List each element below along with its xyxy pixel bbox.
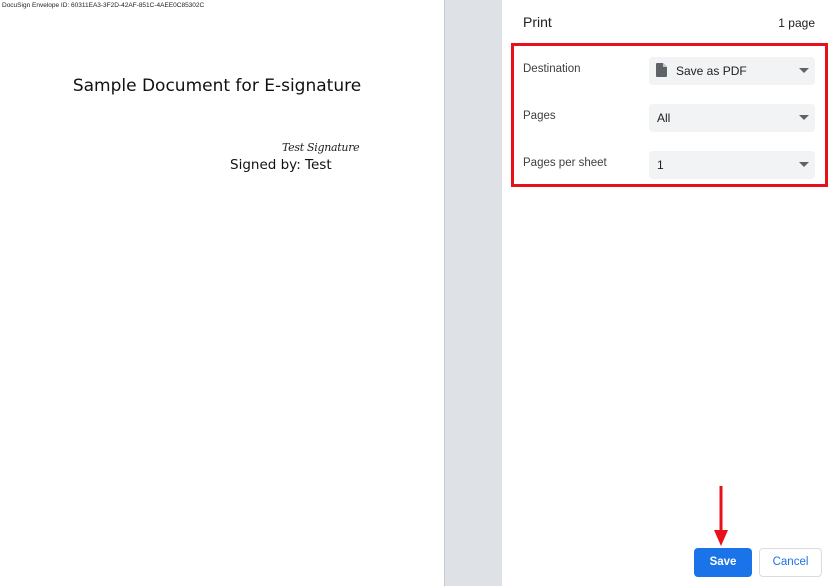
print-dialog: DocuSign Envelope ID: 60311EA3-3F2D-42AF… xyxy=(0,0,832,586)
signed-by-text: Signed by: Test xyxy=(230,157,332,173)
destination-label: Destination xyxy=(523,63,581,75)
destination-value: Save as PDF xyxy=(676,64,747,78)
chevron-down-icon xyxy=(799,162,809,167)
pages-per-sheet-value: 1 xyxy=(657,158,664,172)
print-settings-panel: Print 1 page Destination Save as PDF Pag… xyxy=(502,0,832,586)
pages-label: Pages xyxy=(523,110,556,122)
pages-per-sheet-label: Pages per sheet xyxy=(523,157,607,169)
page-count: 1 page xyxy=(778,16,815,30)
document-preview: DocuSign Envelope ID: 60311EA3-3F2D-42AF… xyxy=(0,0,444,586)
save-button[interactable]: Save xyxy=(694,548,752,577)
envelope-id-text: DocuSign Envelope ID: 60311EA3-3F2D-42AF… xyxy=(2,2,205,9)
document-title: Sample Document for E-signature xyxy=(72,76,362,96)
preview-gutter xyxy=(444,0,502,586)
setting-row-destination: Destination Save as PDF xyxy=(523,57,815,85)
destination-select[interactable]: Save as PDF xyxy=(649,57,815,85)
file-icon xyxy=(656,63,667,77)
pages-per-sheet-select[interactable]: 1 xyxy=(649,151,815,179)
panel-title: Print xyxy=(523,14,552,30)
setting-row-pages: Pages All xyxy=(523,104,815,132)
cancel-button[interactable]: Cancel xyxy=(759,548,822,577)
signature-image: Test Signature xyxy=(282,141,360,154)
pages-value: All xyxy=(657,111,671,125)
pages-select[interactable]: All xyxy=(649,104,815,132)
chevron-down-icon xyxy=(799,68,809,73)
setting-row-pages-per-sheet: Pages per sheet 1 xyxy=(523,151,815,179)
arrow-down-icon xyxy=(714,486,728,546)
chevron-down-icon xyxy=(799,115,809,120)
